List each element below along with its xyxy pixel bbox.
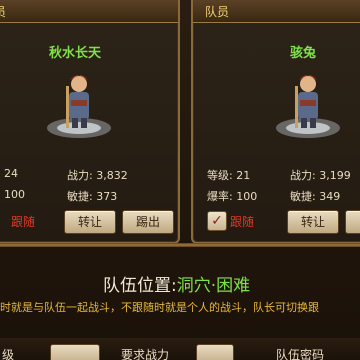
- member-name: 骇兔: [290, 46, 317, 61]
- power-stat: 战力: 3,199: [290, 167, 351, 183]
- panel-header: 员: [0, 0, 178, 23]
- level-value: 24: [4, 167, 18, 180]
- transfer-button[interactable]: 转让: [64, 210, 116, 234]
- panel-header-title: 队员: [205, 5, 230, 19]
- panel-header-title: 员: [0, 5, 7, 19]
- crit-value: 100: [4, 188, 25, 201]
- power-value: 3,199: [319, 169, 351, 182]
- team-position-value: 洞穴·困难: [176, 276, 251, 296]
- team-position-label: 队伍位置:: [103, 276, 177, 296]
- agility-stat: 敏捷: 349: [290, 188, 340, 204]
- team-password-label: 队伍密码: [276, 348, 325, 360]
- crit-stat: 爆率: 100: [207, 188, 257, 204]
- power-stat: 战力: 3,832: [67, 167, 128, 183]
- crit-label: 爆率:: [207, 190, 233, 203]
- character-portrait: [47, 75, 111, 138]
- section-divider: [0, 243, 360, 247]
- follow-label[interactable]: 跟随: [230, 213, 254, 230]
- power-label: 战力:: [290, 169, 316, 182]
- panel-header: 队员: [193, 0, 360, 23]
- member-card-left: 员 秋水长天 24 战力: 3,832 100 敏捷: 373 跟随 转让 踢出: [0, 0, 180, 244]
- crit-value: 100: [236, 190, 258, 203]
- agility-value: 373: [96, 190, 118, 203]
- level-stat: 等级: 21: [207, 167, 250, 183]
- level-label: 等级:: [207, 169, 233, 182]
- character-portrait: [276, 75, 340, 138]
- power-label: 战力:: [67, 169, 93, 182]
- follow-label[interactable]: 跟随: [11, 213, 35, 230]
- level-requirement-input[interactable]: [50, 344, 100, 360]
- team-screen: 员 秋水长天 24 战力: 3,832 100 敏捷: 373 跟随 转让 踢出…: [0, 0, 360, 360]
- member-card-right: 队员 骇兔 等级: 21 战力: 3,199 爆率: 100 敏捷: 349 ✓…: [191, 0, 360, 244]
- agility-label: 敏捷:: [67, 190, 93, 203]
- level-requirement-label: 级: [2, 348, 15, 360]
- follow-checkbox[interactable]: ✓: [207, 211, 227, 231]
- power-value: 3,832: [96, 169, 128, 182]
- agility-label: 敏捷:: [290, 190, 316, 203]
- transfer-button[interactable]: 转让: [287, 210, 339, 234]
- follow-info-text: 时就是与队伍一起战斗，不跟随时就是个人的战斗，队长可切换跟: [0, 301, 319, 314]
- kick-button[interactable]: [345, 210, 360, 234]
- team-position: 队伍位置:洞穴·困难: [103, 271, 250, 296]
- level-value: 21: [236, 169, 251, 182]
- power-requirement-input[interactable]: [196, 344, 234, 360]
- agility-value: 349: [319, 190, 341, 203]
- power-requirement-label: 要求战力: [121, 348, 170, 360]
- member-name: 秋水长天: [49, 46, 102, 61]
- agility-stat: 敏捷: 373: [67, 188, 117, 204]
- kick-button[interactable]: 踢出: [122, 210, 174, 234]
